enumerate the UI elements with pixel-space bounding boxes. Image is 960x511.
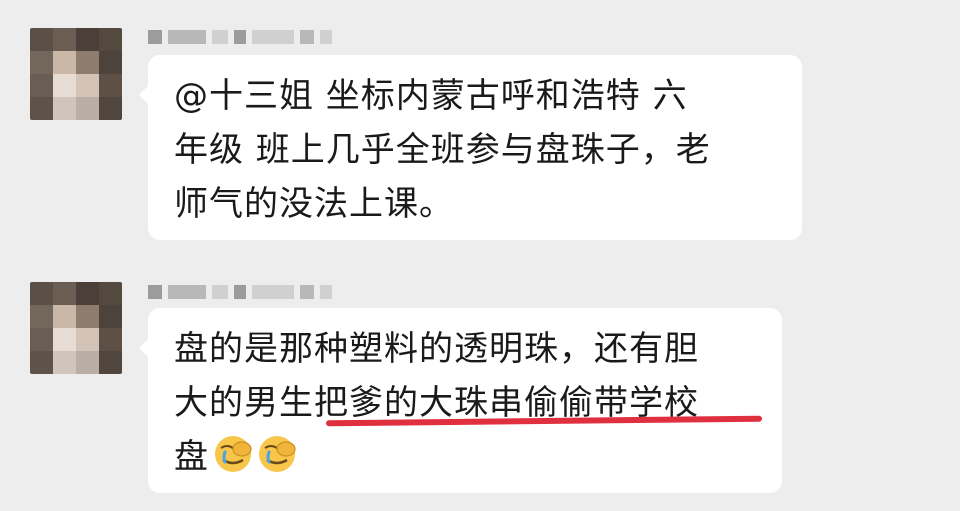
message-bubble[interactable]: 盘的是那种塑料的透明珠，还有胆 大的男生把爹的大珠串偷偷带学校 盘 — [139, 308, 782, 493]
chat-message-2: 盘的是那种塑料的透明珠，还有胆 大的男生把爹的大珠串偷偷带学校 盘 — [0, 0, 960, 511]
avatar[interactable] — [30, 282, 122, 374]
sender-name-pixelated — [148, 285, 332, 299]
message-text-line: 盘的是那种塑料的透明珠，还有胆 — [174, 329, 699, 369]
message-text-line: 盘 — [174, 430, 754, 484]
face-palm-crying-emoji — [259, 436, 296, 472]
face-palm-crying-emoji — [215, 436, 252, 472]
